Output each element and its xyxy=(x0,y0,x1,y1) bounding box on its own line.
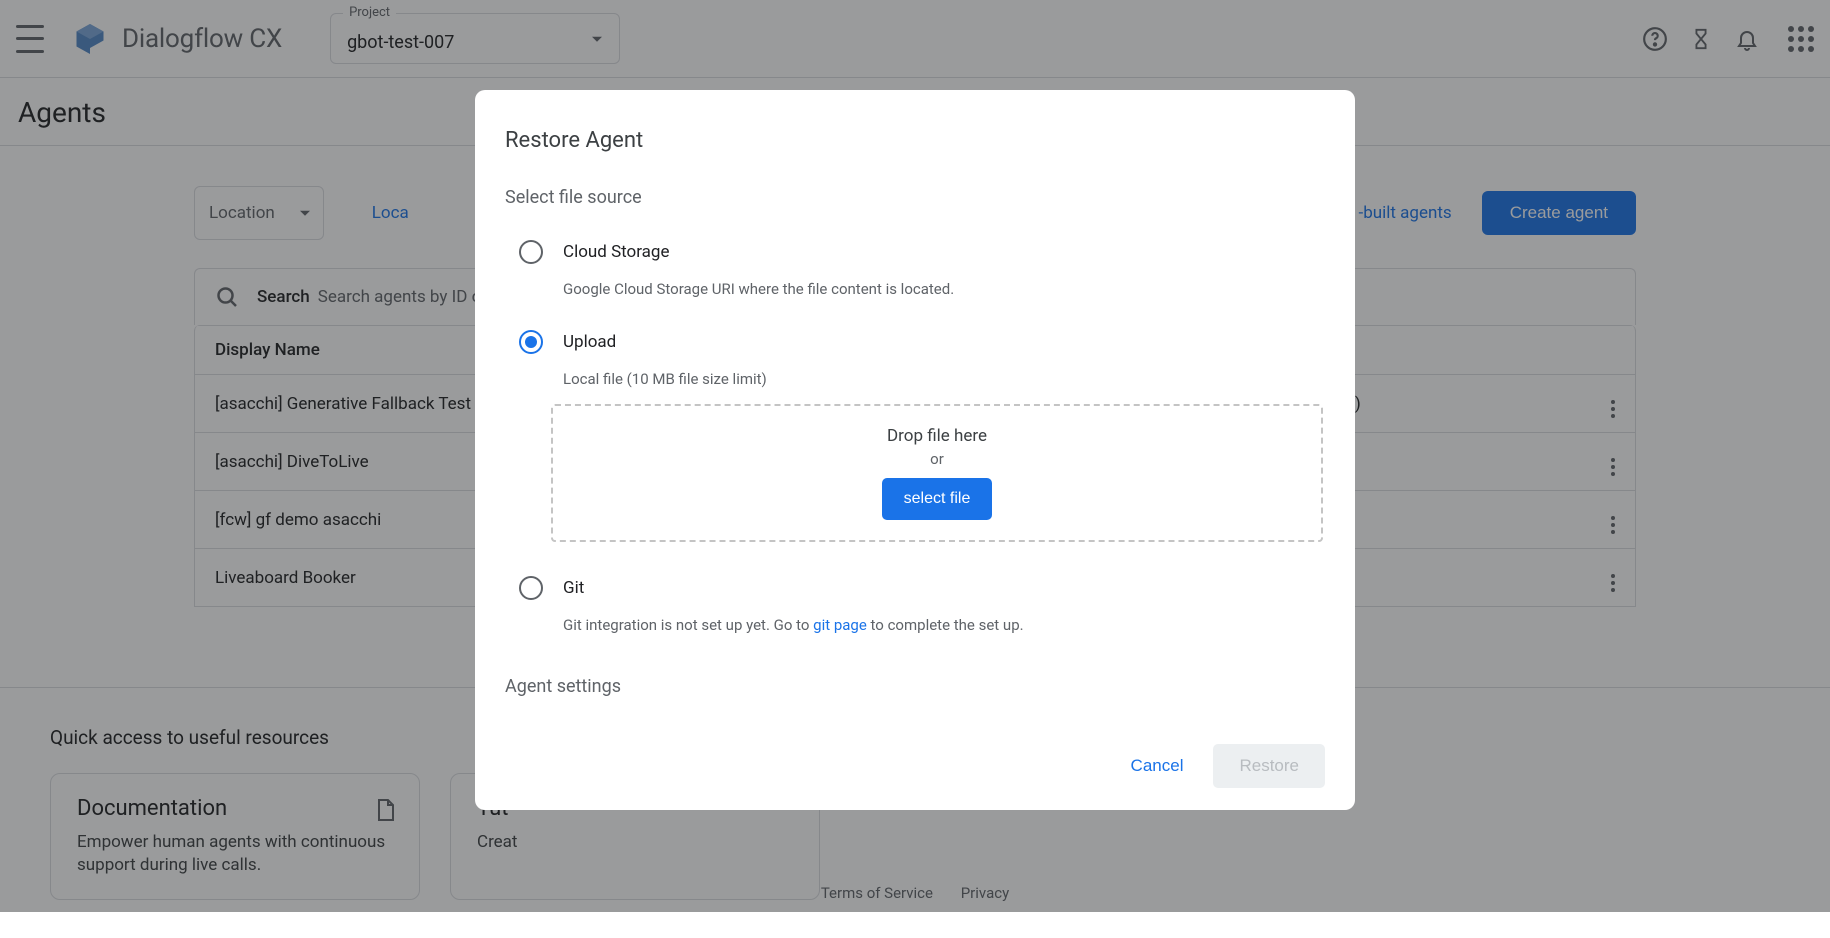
restore-agent-dialog: Restore Agent Select file source Cloud S… xyxy=(475,90,1355,810)
radio-label: Git xyxy=(563,578,584,598)
radio-cloud-storage[interactable]: Cloud Storage xyxy=(505,236,1323,268)
radio-icon[interactable] xyxy=(519,240,543,264)
select-file-source-title: Select file source xyxy=(505,187,1323,208)
modal-overlay[interactable]: Restore Agent Select file source Cloud S… xyxy=(0,0,1830,912)
radio-icon[interactable] xyxy=(519,576,543,600)
cloud-storage-description: Google Cloud Storage URI where the file … xyxy=(505,268,1323,326)
dropzone-text: Drop file here xyxy=(573,426,1301,446)
dialog-title: Restore Agent xyxy=(505,128,1323,153)
git-description: Git integration is not set up yet. Go to… xyxy=(505,604,1323,662)
file-dropzone[interactable]: Drop file here or select file xyxy=(551,404,1323,542)
radio-label: Cloud Storage xyxy=(563,242,670,262)
dropzone-or: or xyxy=(573,450,1301,468)
restore-button: Restore xyxy=(1213,744,1325,788)
dialog-actions: Cancel Restore xyxy=(505,718,1325,788)
radio-icon[interactable] xyxy=(519,330,543,354)
cancel-button[interactable]: Cancel xyxy=(1113,744,1202,788)
radio-label: Upload xyxy=(563,332,616,352)
upload-description: Local file (10 MB file size limit) xyxy=(505,358,1323,396)
git-page-link[interactable]: git page xyxy=(813,616,867,634)
radio-upload[interactable]: Upload xyxy=(505,326,1323,358)
radio-git[interactable]: Git xyxy=(505,572,1323,604)
agent-settings-title: Agent settings xyxy=(505,676,1323,697)
select-file-button[interactable]: select file xyxy=(882,478,993,520)
